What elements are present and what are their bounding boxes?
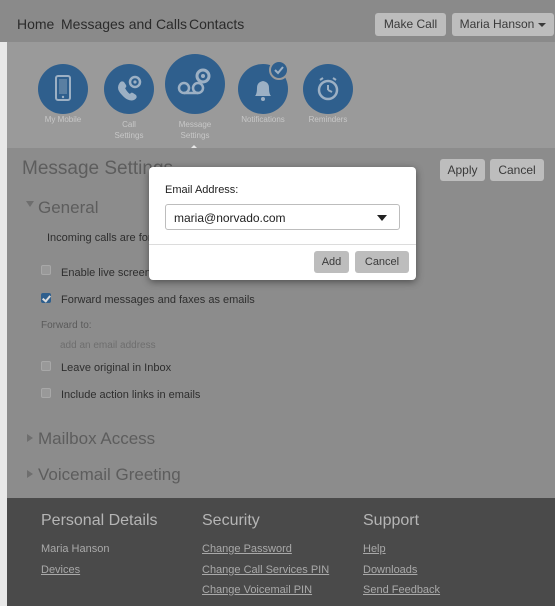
toolbar-label-message-settings: Message Settings [178, 120, 212, 140]
check-badge-icon [269, 60, 289, 80]
toolbar-label-my-mobile: My Mobile [44, 115, 82, 124]
help-link[interactable]: Help [363, 543, 386, 555]
top-navigation: Home Messages and Calls Contacts Make Ca… [0, 0, 555, 42]
dialog-cancel-button[interactable]: Cancel [355, 251, 409, 273]
mobile-phone-icon [38, 64, 88, 114]
make-call-button[interactable]: Make Call [375, 13, 446, 36]
footer-security-heading: Security [202, 512, 260, 529]
collapsed-caret-icon [27, 434, 33, 442]
toolbar-label-call-settings: Call Settings [114, 120, 144, 140]
voicemail-gear-icon [165, 54, 225, 114]
change-call-services-pin-link[interactable]: Change Call Services PIN [202, 564, 329, 576]
include-action-links-checkbox[interactable] [41, 388, 51, 398]
toolbar-label-reminders: Reminders [308, 115, 348, 124]
nav-home-link[interactable]: Home [17, 16, 54, 32]
enable-live-screen-label: Enable live screen [61, 267, 151, 279]
nav-contacts-link[interactable]: Contacts [189, 16, 244, 32]
email-address-value: maria@norvado.com [174, 211, 286, 225]
settings-toolbar: My Mobile Call Settings Message Settings [7, 42, 555, 148]
nav-messages-calls-link[interactable]: Messages and Calls [61, 16, 187, 32]
footer-support-heading: Support [363, 512, 420, 529]
phone-gear-icon [104, 64, 154, 114]
add-email-link[interactable]: add an email address [60, 340, 156, 351]
user-menu-button[interactable]: Maria Hanson [452, 13, 554, 36]
footer-user-name: Maria Hanson [41, 543, 110, 555]
include-action-links-label: Include action links in emails [61, 389, 201, 401]
section-voicemail-greeting-heading[interactable]: Voicemail Greeting [38, 465, 181, 485]
enable-live-screen-checkbox[interactable] [41, 265, 51, 275]
email-address-dialog: Email Address: maria@norvado.com Add Can… [149, 167, 416, 280]
cancel-button[interactable]: Cancel [490, 159, 544, 181]
forward-to-label: Forward to: [41, 320, 92, 331]
change-password-link[interactable]: Change Password [202, 543, 292, 555]
add-button[interactable]: Add [314, 251, 349, 273]
alarm-clock-icon [303, 64, 353, 114]
footer-personal-heading: Personal Details [41, 512, 158, 529]
email-address-select[interactable]: maria@norvado.com [165, 204, 400, 230]
send-feedback-link[interactable]: Send Feedback [363, 584, 440, 596]
change-voicemail-pin-link[interactable]: Change Voicemail PIN [202, 584, 312, 596]
footer: Personal Details Maria Hanson Devices Se… [7, 498, 555, 606]
chevron-down-icon [377, 215, 387, 221]
section-general-heading[interactable]: General [38, 198, 98, 218]
forward-messages-checkbox[interactable] [41, 293, 51, 303]
dialog-divider [149, 244, 416, 245]
forward-messages-label: Forward messages and faxes as emails [61, 294, 255, 306]
leave-original-label: Leave original in Inbox [61, 362, 172, 374]
section-mailbox-access-heading[interactable]: Mailbox Access [38, 429, 155, 449]
email-address-label: Email Address: [165, 184, 239, 196]
toolbar-label-notifications: Notifications [241, 115, 285, 124]
chevron-down-icon [538, 23, 546, 27]
expanded-caret-icon [26, 201, 34, 207]
incoming-calls-text: Incoming calls are for [47, 232, 152, 244]
apply-button[interactable]: Apply [440, 159, 485, 181]
footer-devices-link[interactable]: Devices [41, 564, 80, 576]
leave-original-checkbox[interactable] [41, 361, 51, 371]
user-name: Maria Hanson [459, 17, 535, 31]
collapsed-caret-icon [27, 470, 33, 478]
downloads-link[interactable]: Downloads [363, 564, 417, 576]
